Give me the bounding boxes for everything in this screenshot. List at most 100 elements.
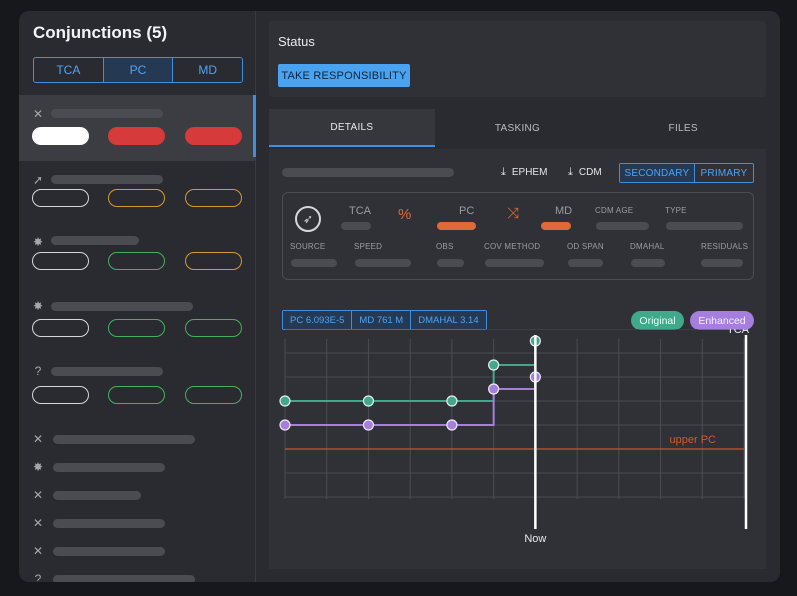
tca-value-placeholder [341,222,371,230]
list-item[interactable]: ✸ [19,227,256,293]
app-window: Conjunctions (5) TCA PC MD ✕ ➚ ✸ ✸ ? ✕ ✸… [19,11,780,582]
md-pill [185,319,242,337]
cdm-download[interactable]: ⤓ CDM [568,166,602,179]
tab-details[interactable]: DETAILS [269,109,435,147]
data-point-enhanced [446,419,458,431]
list-item[interactable]: ✸ [19,453,256,481]
sort-tca-button[interactable]: TCA [34,58,104,82]
conjunction-history-chart: upper PC Now TCA [279,329,750,545]
row-label-placeholder [53,547,165,556]
pc-pill [108,252,165,270]
debris-icon: ✸ [32,460,44,474]
list-item[interactable]: ✕ [19,481,256,509]
tab-tasking[interactable]: TASKING [435,109,601,147]
row-label-placeholder [51,236,139,245]
residuals-label: RESIDUALS [701,242,749,251]
list-item[interactable]: ✕ [19,537,256,565]
list-item[interactable]: ✕ [19,95,256,161]
pc-pill [108,319,165,337]
cdm-age-value-placeholder [596,222,649,230]
details-panel: ⤓ EPHEM ⤓ CDM SECONDARY PRIMARY ➶ TCA % … [269,149,766,569]
conjunctions-sidebar: Conjunctions (5) TCA PC MD ✕ ➚ ✸ ✸ ? ✕ ✸… [19,11,256,582]
object-toggle: SECONDARY PRIMARY [619,163,754,183]
row-label-placeholder [53,519,165,528]
list-item[interactable]: ✸ [19,293,256,359]
md-pill [185,189,242,207]
md-pill [185,127,242,145]
md-chip[interactable]: MD 761 M [352,311,412,329]
metric-chips: PC 6.093E-5 MD 761 M DMAHAL 3.14 [282,310,487,330]
status-card: Status TAKE RESPONSIBILITY [269,21,766,97]
ephem-download[interactable]: ⤓ EPHEM [501,166,547,179]
secondary-button[interactable]: SECONDARY [620,164,695,182]
md-value-bar [541,222,571,230]
md-pill [185,252,242,270]
trend-icon: ⤨ [507,205,520,222]
sort-md-button[interactable]: MD [173,58,242,82]
download-icon: ⤓ [568,166,573,178]
conjunction-list: ✕ ➚ ✸ ✸ ? ✕ ✸ ✕ ✕ ✕ ? [19,95,256,582]
compass-icon: ➶ [295,206,321,232]
od-span-label: OD SPAN [567,242,604,251]
dmahal-label: DMAHAL [630,242,665,251]
tca-pill [32,127,89,145]
now-label: Now [524,533,546,545]
row-label-placeholder [53,435,195,444]
pc-pill [108,189,165,207]
tca-pill [32,386,89,404]
list-item[interactable]: ✕ [19,509,256,537]
sidebar-title: Conjunctions (5) [33,23,168,42]
pc-pill [108,386,165,404]
rocket-icon: ➚ [32,173,44,187]
dmahal-value-placeholder [631,259,665,267]
primary-button[interactable]: PRIMARY [695,164,753,182]
tca-pill [32,189,89,207]
conjunction-info-card: ➶ TCA % PC ⤨ MD CDM AGE TYPE SOURCE SPEE… [282,192,754,280]
obs-value-placeholder [437,259,464,267]
data-point-enhanced [362,419,375,431]
tca-label: TCA [727,329,750,336]
md-label: MD [555,205,573,217]
data-point-enhanced [488,383,500,395]
status-title: Status [278,34,315,49]
row-label-placeholder [53,463,165,472]
data-point-original [362,395,375,407]
md-pill [185,386,242,404]
tca-label: TCA [349,205,371,217]
row-label-placeholder [53,491,141,500]
legend-enhanced[interactable]: Enhanced [690,311,754,330]
residuals-value-placeholder [701,259,743,267]
dmahal-chip[interactable]: DMAHAL 3.14 [411,311,486,329]
unknown-icon: ? [34,572,42,582]
list-item[interactable]: ? [19,565,256,582]
unknown-icon: ? [34,364,42,378]
tca-pill [32,319,89,337]
satellite-icon: ✕ [32,432,44,446]
satellite-icon: ✕ [32,516,44,530]
data-point-original [279,395,291,407]
pc-chip[interactable]: PC 6.093E-5 [283,311,353,329]
legend-original[interactable]: Original [631,311,684,330]
source-label: SOURCE [290,242,326,251]
download-icon: ⤓ [501,166,506,178]
list-item[interactable]: ➚ [19,161,256,227]
debris-icon: ✸ [32,235,44,249]
type-value-placeholder [666,222,743,230]
cdm-age-label: CDM AGE [595,206,634,215]
od-span-value-placeholder [568,259,603,267]
list-item[interactable]: ✕ [19,425,256,453]
data-point-original [488,359,500,371]
type-label: TYPE [665,206,687,215]
ephem-label: EPHEM [511,167,548,178]
satellite-icon: ✕ [32,107,44,121]
debris-icon: ✸ [32,299,44,313]
data-point-original [446,395,458,407]
data-point-enhanced [279,419,291,431]
probability-icon: % [398,206,412,223]
tab-files[interactable]: FILES [600,109,766,147]
list-item[interactable]: ? [19,359,256,425]
row-label-placeholder [51,109,163,118]
cdm-label: CDM [578,167,602,178]
take-responsibility-button[interactable]: TAKE RESPONSIBILITY [278,64,410,87]
sort-pc-button[interactable]: PC [103,58,174,82]
